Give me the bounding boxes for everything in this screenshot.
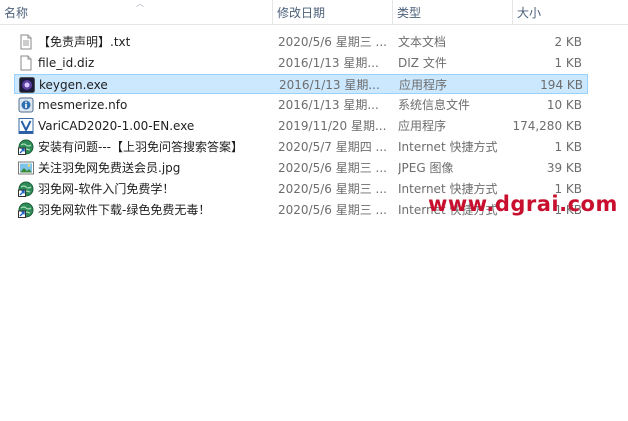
file-name: 关注羽免网免费送会员.jpg <box>38 161 181 175</box>
varicad-app-icon <box>18 118 34 134</box>
internet-shortcut-icon <box>18 181 34 197</box>
file-size: 2 KB <box>554 35 582 49</box>
file-date: 2020/5/6 星期三 ... <box>278 182 387 196</box>
file-size: 39 KB <box>546 161 582 175</box>
file-date: 2020/5/6 星期三 ... <box>278 35 387 49</box>
column-header-size[interactable]: 大小 <box>512 0 592 24</box>
watermark-text: www.dgrai.com <box>428 192 618 216</box>
file-type: 系统信息文件 <box>398 98 471 112</box>
file-type: 应用程序 <box>399 78 448 92</box>
file-date: 2016/1/13 星期... <box>278 98 379 112</box>
column-header-type[interactable]: 类型 <box>392 0 512 24</box>
file-row[interactable]: 关注羽免网免费送会员.jpg 2020/5/6 星期三 ... JPEG 图像 … <box>14 158 588 178</box>
file-type: JPEG 图像 <box>398 161 454 175</box>
file-row[interactable]: 安装有问题---【上羽免问答搜索答案】 2020/5/7 星期四 ... Int… <box>14 137 588 157</box>
file-name: 【免责声明】.txt <box>38 35 131 49</box>
file-size: 1 KB <box>554 56 582 70</box>
file-type: DIZ 文件 <box>398 56 447 70</box>
file-size: 10 KB <box>546 98 582 112</box>
file-name: 安装有问题---【上羽免问答搜索答案】 <box>38 140 243 154</box>
file-name: keygen.exe <box>39 78 108 92</box>
column-header-date[interactable]: 修改日期 <box>272 0 392 24</box>
file-name: 羽免网软件下载-绿色免费无毒！ <box>38 203 211 217</box>
file-row[interactable]: 【免责声明】.txt 2020/5/6 星期三 ... 文本文档 2 KB <box>14 32 588 52</box>
image-file-icon <box>18 161 34 175</box>
file-date: 2020/5/6 星期三 ... <box>278 161 387 175</box>
file-name: file_id.diz <box>38 56 95 70</box>
file-row-selected[interactable]: keygen.exe 2016/1/13 星期... 应用程序 194 KB <box>14 74 588 94</box>
file-size: 1 KB <box>554 140 582 154</box>
keygen-app-icon <box>19 77 35 93</box>
file-date: 2020/5/6 星期三 ... <box>278 203 387 217</box>
text-file-icon <box>20 34 32 50</box>
file-date: 2016/1/13 星期... <box>278 56 379 70</box>
file-name: mesmerize.nfo <box>38 98 128 112</box>
file-row[interactable]: mesmerize.nfo 2016/1/13 星期... 系统信息文件 10 … <box>14 95 588 115</box>
file-name: VariCAD2020-1.00-EN.exe <box>38 119 195 133</box>
blank-file-icon <box>20 55 32 71</box>
sort-ascending-icon: ︿ <box>136 0 144 8</box>
file-type: 应用程序 <box>398 119 447 133</box>
file-size: 174,280 KB <box>512 119 582 133</box>
internet-shortcut-icon <box>18 202 34 218</box>
file-size: 194 KB <box>540 78 583 92</box>
system-info-icon <box>18 97 34 113</box>
file-name: 羽免网-软件入门免费学！ <box>38 182 175 196</box>
file-date: 2019/11/20 星期... <box>278 119 387 133</box>
file-date: 2016/1/13 星期... <box>279 78 380 92</box>
column-header-bar: 名称 ︿ 修改日期 类型 大小 <box>0 0 628 25</box>
file-row[interactable]: VariCAD2020-1.00-EN.exe 2019/11/20 星期...… <box>14 116 588 136</box>
file-row[interactable]: file_id.diz 2016/1/13 星期... DIZ 文件 1 KB <box>14 53 588 73</box>
file-type: Internet 快捷方式 <box>398 140 498 154</box>
internet-shortcut-icon <box>18 139 34 155</box>
file-type: 文本文档 <box>398 35 447 49</box>
file-date: 2020/5/7 星期四 ... <box>278 140 387 154</box>
